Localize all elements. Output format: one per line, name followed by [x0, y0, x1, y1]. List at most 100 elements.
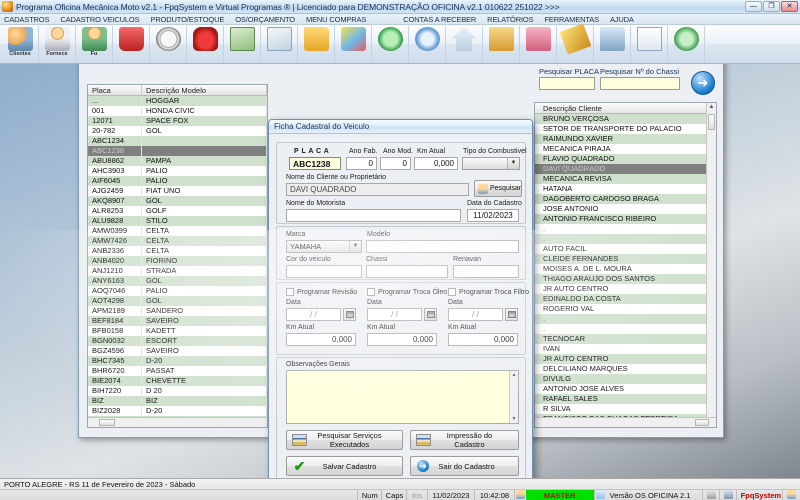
list-item[interactable]: HATANA: [535, 184, 706, 194]
table-row[interactable]: AKQ8907GOL: [88, 196, 267, 206]
ano-mod-input[interactable]: 0: [380, 157, 411, 170]
table-row[interactable]: AJG2459FIAT UNO: [88, 186, 267, 196]
table-row[interactable]: 12071SPACE FOX: [88, 116, 267, 126]
list-item[interactable]: CLEIDE FERNANDES: [535, 254, 706, 264]
revisao-data-input[interactable]: / /: [286, 308, 341, 321]
list-item[interactable]: R SILVA: [535, 404, 706, 414]
modelo-input[interactable]: [366, 240, 519, 253]
list-item[interactable]: FLAVIO QUADRADO: [535, 154, 706, 164]
chevron-down-icon[interactable]: ▼: [507, 158, 519, 169]
list-item[interactable]: .: [535, 324, 706, 334]
pesquisar-servicos-button[interactable]: Pesquisar Serviços Executados: [286, 430, 403, 450]
list-item[interactable]: BRUNO VERÇOSA: [535, 114, 706, 124]
placa-search-input[interactable]: [539, 77, 595, 90]
toolbar-button-barcode-icon[interactable]: [150, 26, 187, 63]
menu-item-cadastros[interactable]: CADASTROS: [4, 15, 49, 24]
table-row[interactable]: APM2189SANDERO: [88, 306, 267, 316]
table-row[interactable]: BGZ4596SAVEIRO: [88, 346, 267, 356]
filtro-calendar-icon[interactable]: [505, 308, 518, 321]
toolbar-button-settings-icon[interactable]: [409, 26, 446, 63]
table-row[interactable]: BIZBIZ: [88, 396, 267, 406]
table-row[interactable]: 20-782GOL: [88, 126, 267, 136]
client-grid-vscrollbar[interactable]: ▲ ▼: [706, 103, 716, 427]
chassi-search-input[interactable]: [600, 77, 680, 90]
revisao-km-input[interactable]: 0,000: [286, 333, 356, 346]
client-grid-vthumb[interactable]: [708, 114, 715, 130]
list-item[interactable]: ANTONIO JOSE ALVES: [535, 384, 706, 394]
table-row[interactable]: BEF8184SAVEIRO: [88, 316, 267, 326]
table-row[interactable]: BIH7220D 20: [88, 386, 267, 396]
vehicle-grid[interactable]: Placa Descrição Modelo ...HOGGAR001HONDA…: [87, 84, 268, 428]
toolbar-button-documents-icon[interactable]: [261, 26, 298, 63]
list-item[interactable]: DELCILIANO MARQUES: [535, 364, 706, 374]
menu-item-ajuda[interactable]: AJUDA: [610, 15, 634, 24]
data-cadastro-input[interactable]: 11/02/2023: [467, 209, 519, 222]
list-item[interactable]: ANTONIO FRANCISCO RIBEIRO: [535, 214, 706, 224]
list-item[interactable]: DAVI QUADRADO: [535, 164, 706, 174]
revisao-calendar-icon[interactable]: [343, 308, 356, 321]
impressao-cadastro-button[interactable]: Impressão do Cadastro: [410, 430, 519, 450]
list-item[interactable]: .: [535, 224, 706, 234]
chassi-input[interactable]: [366, 265, 448, 278]
close-button[interactable]: ✕: [781, 1, 798, 12]
motorista-input[interactable]: [286, 209, 461, 222]
placa-input[interactable]: ABC1238: [289, 157, 341, 170]
client-grid[interactable]: Descrição Cliente BRUNO VERÇOSASETOR DE …: [534, 102, 717, 428]
toolbar-button-exit-icon[interactable]: [668, 26, 705, 63]
vehicle-grid-hscrollbar[interactable]: [88, 417, 267, 427]
sair-cadastro-button[interactable]: ➜ Sair do Cadastro: [410, 456, 519, 476]
table-row[interactable]: ALU9828STILO: [88, 216, 267, 226]
client-grid-rows[interactable]: BRUNO VERÇOSASETOR DE TRANSPORTE DO PALA…: [535, 114, 706, 427]
vehicle-grid-rows[interactable]: ...HOGGAR001HONDA CIVIC12071SPACE FOX20-…: [88, 96, 267, 427]
oleo-data-input[interactable]: / /: [367, 308, 422, 321]
table-row[interactable]: BHR6720PASSAT: [88, 366, 267, 376]
oleo-km-input[interactable]: 0,000: [367, 333, 437, 346]
table-row[interactable]: ABC1234: [88, 136, 267, 146]
scroll-down-icon[interactable]: ▼: [510, 415, 518, 423]
toolbar-button-edit-icon[interactable]: [557, 26, 594, 63]
list-item[interactable]: RAIMUNDO XAVIER: [535, 134, 706, 144]
table-row[interactable]: BKQ9741D-20: [88, 426, 267, 427]
menu-item-os-orcamento[interactable]: OS/ORÇAMENTO: [235, 15, 295, 24]
menu-item-menu-compras[interactable]: MENU COMPRAS: [306, 15, 366, 24]
toolbar-button-service-order-icon[interactable]: [224, 26, 261, 63]
list-item[interactable]: DIVULG: [535, 374, 706, 384]
combustivel-select[interactable]: ▼: [462, 157, 520, 170]
cliente-input[interactable]: DAVI QUADRADO: [286, 183, 469, 196]
table-row[interactable]: BKI3299D 20: [88, 416, 267, 426]
table-row[interactable]: AMW7426CELTA: [88, 236, 267, 246]
cor-input[interactable]: [286, 265, 362, 278]
observacoes-textarea[interactable]: ▲ ▼: [286, 370, 519, 424]
toolbar-button-paint-icon[interactable]: [335, 26, 372, 63]
pesquisar-cliente-button[interactable]: Pesquisar: [474, 180, 522, 197]
programar-troca-filtro-checkbox[interactable]: Programar Troca Filtro: [448, 288, 529, 296]
toolbar-button-employees-icon[interactable]: Fu: [76, 26, 113, 63]
table-row[interactable]: AOQ7046PALIO: [88, 286, 267, 296]
scroll-up-icon[interactable]: ▲: [510, 371, 518, 379]
toolbar-button-book-icon[interactable]: [594, 26, 631, 63]
filtro-data-input[interactable]: / /: [448, 308, 503, 321]
checkbox-icon[interactable]: [286, 288, 294, 296]
toolbar-button-suppliers-icon[interactable]: Fornece: [39, 26, 76, 63]
oleo-calendar-icon[interactable]: [424, 308, 437, 321]
checkbox-icon[interactable]: [448, 288, 456, 296]
toolbar-button-home-icon[interactable]: [446, 26, 483, 63]
table-row[interactable]: BIE2074CHEVETTE: [88, 376, 267, 386]
menu-item-contas-receber[interactable]: CONTAS A RECEBER: [403, 15, 476, 24]
table-row[interactable]: BIZ2028D-20: [88, 406, 267, 416]
menu-item-relatorios[interactable]: RELATÓRIOS: [487, 15, 533, 24]
table-row[interactable]: AMW0399CELTA: [88, 226, 267, 236]
list-item[interactable]: FRANCISCO DAS CHAGAS FERREIRA: [535, 414, 706, 424]
menu-item-cadastro-veiculos[interactable]: CADASTRO VEICULOS: [60, 15, 139, 24]
list-item[interactable]: AUTO FACIL: [535, 244, 706, 254]
client-grid-hscrollbar[interactable]: [535, 417, 716, 427]
list-item[interactable]: .: [535, 234, 706, 244]
table-row[interactable]: BHC7345D-20: [88, 356, 267, 366]
ano-fab-input[interactable]: 0: [346, 157, 377, 170]
list-item[interactable]: SETOR DE TRANSPORTE DO PALACIO: [535, 124, 706, 134]
toolbar-button-card-icon[interactable]: [483, 26, 520, 63]
scroll-up-icon[interactable]: ▲: [708, 103, 715, 112]
menu-item-produto-estoque[interactable]: PRODUTO/ESTOQUE: [150, 15, 224, 24]
list-item[interactable]: ROGERIO VAL: [535, 304, 706, 314]
toolbar-button-folder-icon[interactable]: [298, 26, 335, 63]
